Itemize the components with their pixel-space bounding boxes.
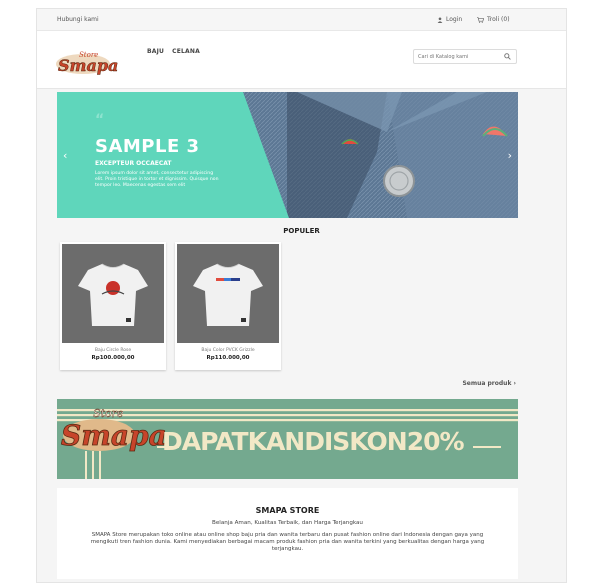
search-icon[interactable] <box>504 53 511 60</box>
nav-item-celana[interactable]: CELANA <box>172 48 200 55</box>
login-link[interactable]: Login <box>437 16 462 23</box>
store-info: SMAPA STORE Belanja Aman, Kualitas Terba… <box>57 488 518 579</box>
page-frame: Hubungi kami Login Troli (0) Store Smapa… <box>36 8 567 583</box>
store-tagline: Belanja Aman, Kualitas Terbaik, dan Harg… <box>212 520 363 526</box>
main-nav: BAJU CELANA <box>147 48 200 55</box>
product-image <box>177 244 279 343</box>
nav-item-baju[interactable]: BAJU <box>147 48 164 55</box>
site-header: Store Smapa BAJU CELANA <box>37 31 566 89</box>
slide-title: SAMPLE 3 <box>95 136 200 157</box>
slide-subtitle: EXCEPTEUR OCCAECAT <box>95 160 172 167</box>
promo-banner[interactable]: Store Smapa DAPATKANDISKON20% <box>57 399 518 479</box>
all-products-link[interactable]: Semua produk › <box>462 380 516 387</box>
promo-logo-main: Smapa <box>61 419 167 452</box>
store-logo[interactable]: Store Smapa <box>53 48 119 80</box>
search-input[interactable] <box>418 52 498 62</box>
hero-slider: “ SAMPLE 3 EXCEPTEUR OCCAECAT Lorem ipsu… <box>57 92 518 218</box>
populer-title: POPULER <box>283 227 320 235</box>
quote-mark: “ <box>95 112 105 128</box>
user-icon <box>437 16 443 23</box>
top-bar: Hubungi kami Login Troli (0) <box>37 9 566 31</box>
product-image <box>62 244 164 343</box>
store-title: SMAPA STORE <box>255 506 320 515</box>
cart-label: Troli (0) <box>487 16 510 23</box>
cart-icon <box>477 16 484 23</box>
slide-text: Lorem ipsum dolor sit amet, consectetur … <box>95 171 219 188</box>
product-name: Baju Circle Rose <box>94 348 132 353</box>
contact-link[interactable]: Hubungi kami <box>57 16 99 23</box>
cart-link[interactable]: Troli (0) <box>477 16 510 23</box>
product-card[interactable]: Baju Circle Rose Rp100.000,00 <box>60 242 166 370</box>
slider-prev-arrow-icon[interactable]: ‹ <box>63 149 67 162</box>
store-description: SMAPA Store merupakan toko online atau o… <box>90 532 485 552</box>
search-box <box>413 49 517 64</box>
product-card[interactable]: Baju Color PVCK Grizzle Rp110.000,00 <box>175 242 281 370</box>
product-name: Baju Color PVCK Grizzle <box>201 348 255 353</box>
promo-text: DAPATKANDISKON20% <box>162 427 465 456</box>
logo-script-main: Smapa <box>58 56 118 75</box>
slider-next-arrow-icon[interactable]: › <box>508 149 512 162</box>
promo-logo: Store Smapa <box>61 407 168 453</box>
product-price: Rp110.000,00 <box>206 355 250 361</box>
login-label: Login <box>446 16 463 23</box>
product-price: Rp100.000,00 <box>91 355 135 361</box>
